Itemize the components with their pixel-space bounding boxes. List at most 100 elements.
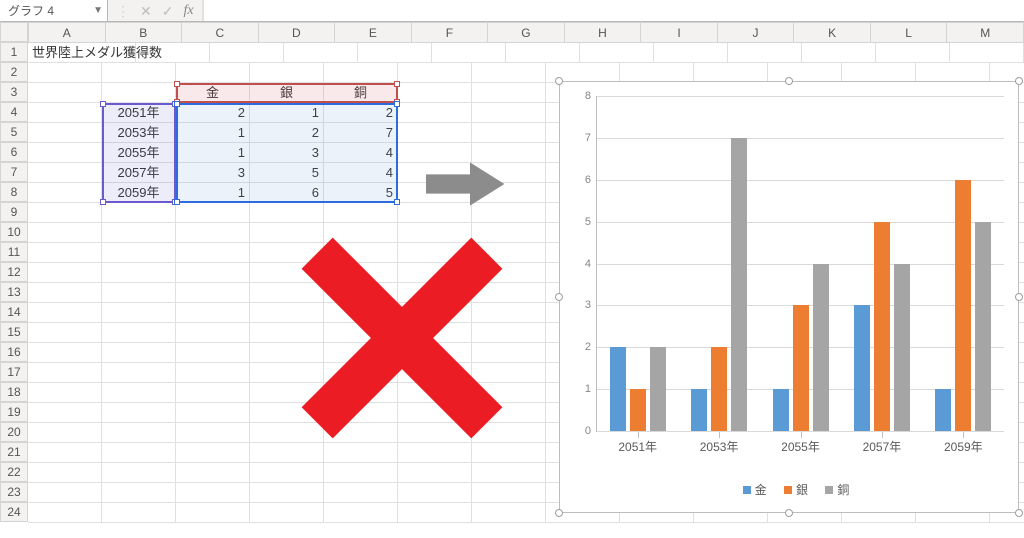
resize-handle[interactable] (1015, 293, 1023, 301)
col-header[interactable]: H (564, 23, 641, 43)
cell-value[interactable]: 1 (250, 103, 324, 122)
chart-bar[interactable] (894, 264, 910, 432)
row-header[interactable]: 12 (0, 262, 28, 282)
cell-value[interactable]: 5 (250, 163, 324, 182)
row-header[interactable]: 13 (0, 282, 28, 302)
fx-icon[interactable]: fx (183, 4, 193, 18)
cell-value[interactable]: 4 (324, 143, 398, 162)
chart-bar[interactable] (711, 347, 727, 431)
chart-bar[interactable] (610, 347, 626, 431)
row-header[interactable]: 3 (0, 82, 28, 102)
row-header[interactable]: 16 (0, 342, 28, 362)
col-header[interactable]: M (947, 23, 1024, 43)
name-box-input[interactable] (6, 3, 74, 19)
chart-ytick-label: 7 (585, 132, 591, 144)
cell-value[interactable]: 5 (324, 183, 398, 202)
resize-handle[interactable] (785, 509, 793, 517)
col-header[interactable]: B (105, 23, 182, 43)
row-header[interactable]: 24 (0, 502, 28, 522)
name-box[interactable]: ▼ (0, 0, 108, 21)
chart-plot-area[interactable]: 0123456782051年2053年2055年2057年2059年 (596, 96, 1004, 432)
row-header[interactable]: 5 (0, 122, 28, 142)
cell-value[interactable]: 7 (324, 123, 398, 142)
chart-bar[interactable] (813, 264, 829, 432)
cell-header-gold[interactable]: 金 (176, 83, 250, 102)
col-header[interactable]: C (182, 23, 259, 43)
col-header[interactable]: G (488, 23, 565, 43)
select-all-corner[interactable] (0, 22, 28, 42)
row-header[interactable]: 14 (0, 302, 28, 322)
cell-value[interactable]: 2 (176, 103, 250, 122)
row-header[interactable]: 20 (0, 422, 28, 442)
chart-bar[interactable] (630, 389, 646, 431)
row-header[interactable]: 17 (0, 362, 28, 382)
cell-A1-title[interactable]: 世界陸上メダル獲得数 (28, 43, 136, 62)
cell-category[interactable]: 2055年 (102, 143, 176, 162)
chart-bar[interactable] (874, 222, 890, 431)
row-header[interactable]: 19 (0, 402, 28, 422)
row-header[interactable]: 10 (0, 222, 28, 242)
cell-value[interactable]: 1 (176, 143, 250, 162)
row-header[interactable]: 22 (0, 462, 28, 482)
resize-handle[interactable] (785, 77, 793, 85)
cell-category[interactable]: 2059年 (102, 183, 176, 202)
resize-handle[interactable] (555, 509, 563, 517)
cell-category[interactable]: 2053年 (102, 123, 176, 142)
cell-value[interactable]: 1 (176, 123, 250, 142)
chart-bar[interactable] (731, 138, 747, 431)
chart-bar[interactable] (935, 389, 951, 431)
chart-bar[interactable] (793, 305, 809, 431)
error-cross-icon (302, 238, 502, 438)
cell-value[interactable]: 4 (324, 163, 398, 182)
cell-value[interactable]: 1 (176, 183, 250, 202)
col-header[interactable]: E (335, 23, 412, 43)
col-header[interactable]: D (258, 23, 335, 43)
col-header[interactable]: I (641, 23, 718, 43)
row-header[interactable]: 9 (0, 202, 28, 222)
grid-area[interactable]: A B C D E F G H I J K L M 世界陸上メダル獲得数 (28, 22, 1024, 538)
row-header[interactable]: 23 (0, 482, 28, 502)
resize-handle[interactable] (1015, 77, 1023, 85)
chart-legend[interactable]: 金 銀 銅 (560, 481, 1018, 498)
row-header[interactable]: 4 (0, 102, 28, 122)
chart-object[interactable]: 0123456782051年2053年2055年2057年2059年 金 銀 銅 (559, 81, 1019, 513)
cell-header-silver[interactable]: 銀 (250, 83, 324, 102)
cell-category[interactable]: 2057年 (102, 163, 176, 182)
chart-bar[interactable] (854, 305, 870, 431)
resize-handle[interactable] (555, 77, 563, 85)
row-header[interactable]: 6 (0, 142, 28, 162)
row-header[interactable]: 2 (0, 62, 28, 82)
chart-bar[interactable] (773, 389, 789, 431)
cell-value[interactable]: 3 (176, 163, 250, 182)
resize-handle[interactable] (555, 293, 563, 301)
chart-bar[interactable] (975, 222, 991, 431)
worksheet[interactable]: 1 2 3 4 5 6 7 8 9 10 11 12 13 14 15 16 1… (0, 22, 1024, 538)
row-header[interactable]: 15 (0, 322, 28, 342)
chart-xtick-label: 2055年 (760, 438, 841, 455)
col-header[interactable]: F (411, 23, 488, 43)
row-header[interactable]: 18 (0, 382, 28, 402)
cell-value[interactable]: 3 (250, 143, 324, 162)
chart-bar[interactable] (691, 389, 707, 431)
row-header[interactable]: 7 (0, 162, 28, 182)
cell-value[interactable]: 2 (324, 103, 398, 122)
row-header[interactable]: 21 (0, 442, 28, 462)
col-header[interactable]: A (29, 23, 106, 43)
legend-swatch-icon (784, 486, 792, 494)
row-header[interactable]: 8 (0, 182, 28, 202)
col-header[interactable]: K (794, 23, 871, 43)
row-header[interactable]: 1 (0, 42, 28, 62)
cell-value[interactable]: 6 (250, 183, 324, 202)
cell-category[interactable]: 2051年 (102, 103, 176, 122)
formula-input[interactable] (203, 0, 1024, 21)
resize-handle[interactable] (1015, 509, 1023, 517)
cell-value[interactable]: 2 (250, 123, 324, 142)
name-box-dropdown-icon[interactable]: ▼ (93, 5, 103, 16)
chart-bar[interactable] (650, 347, 666, 431)
row-header[interactable]: 11 (0, 242, 28, 262)
col-header[interactable]: L (870, 23, 947, 43)
cell-header-bronze[interactable]: 銅 (324, 83, 398, 102)
col-header[interactable]: J (717, 23, 794, 43)
chart-bar[interactable] (955, 180, 971, 431)
chart-ytick-label: 4 (585, 258, 591, 270)
